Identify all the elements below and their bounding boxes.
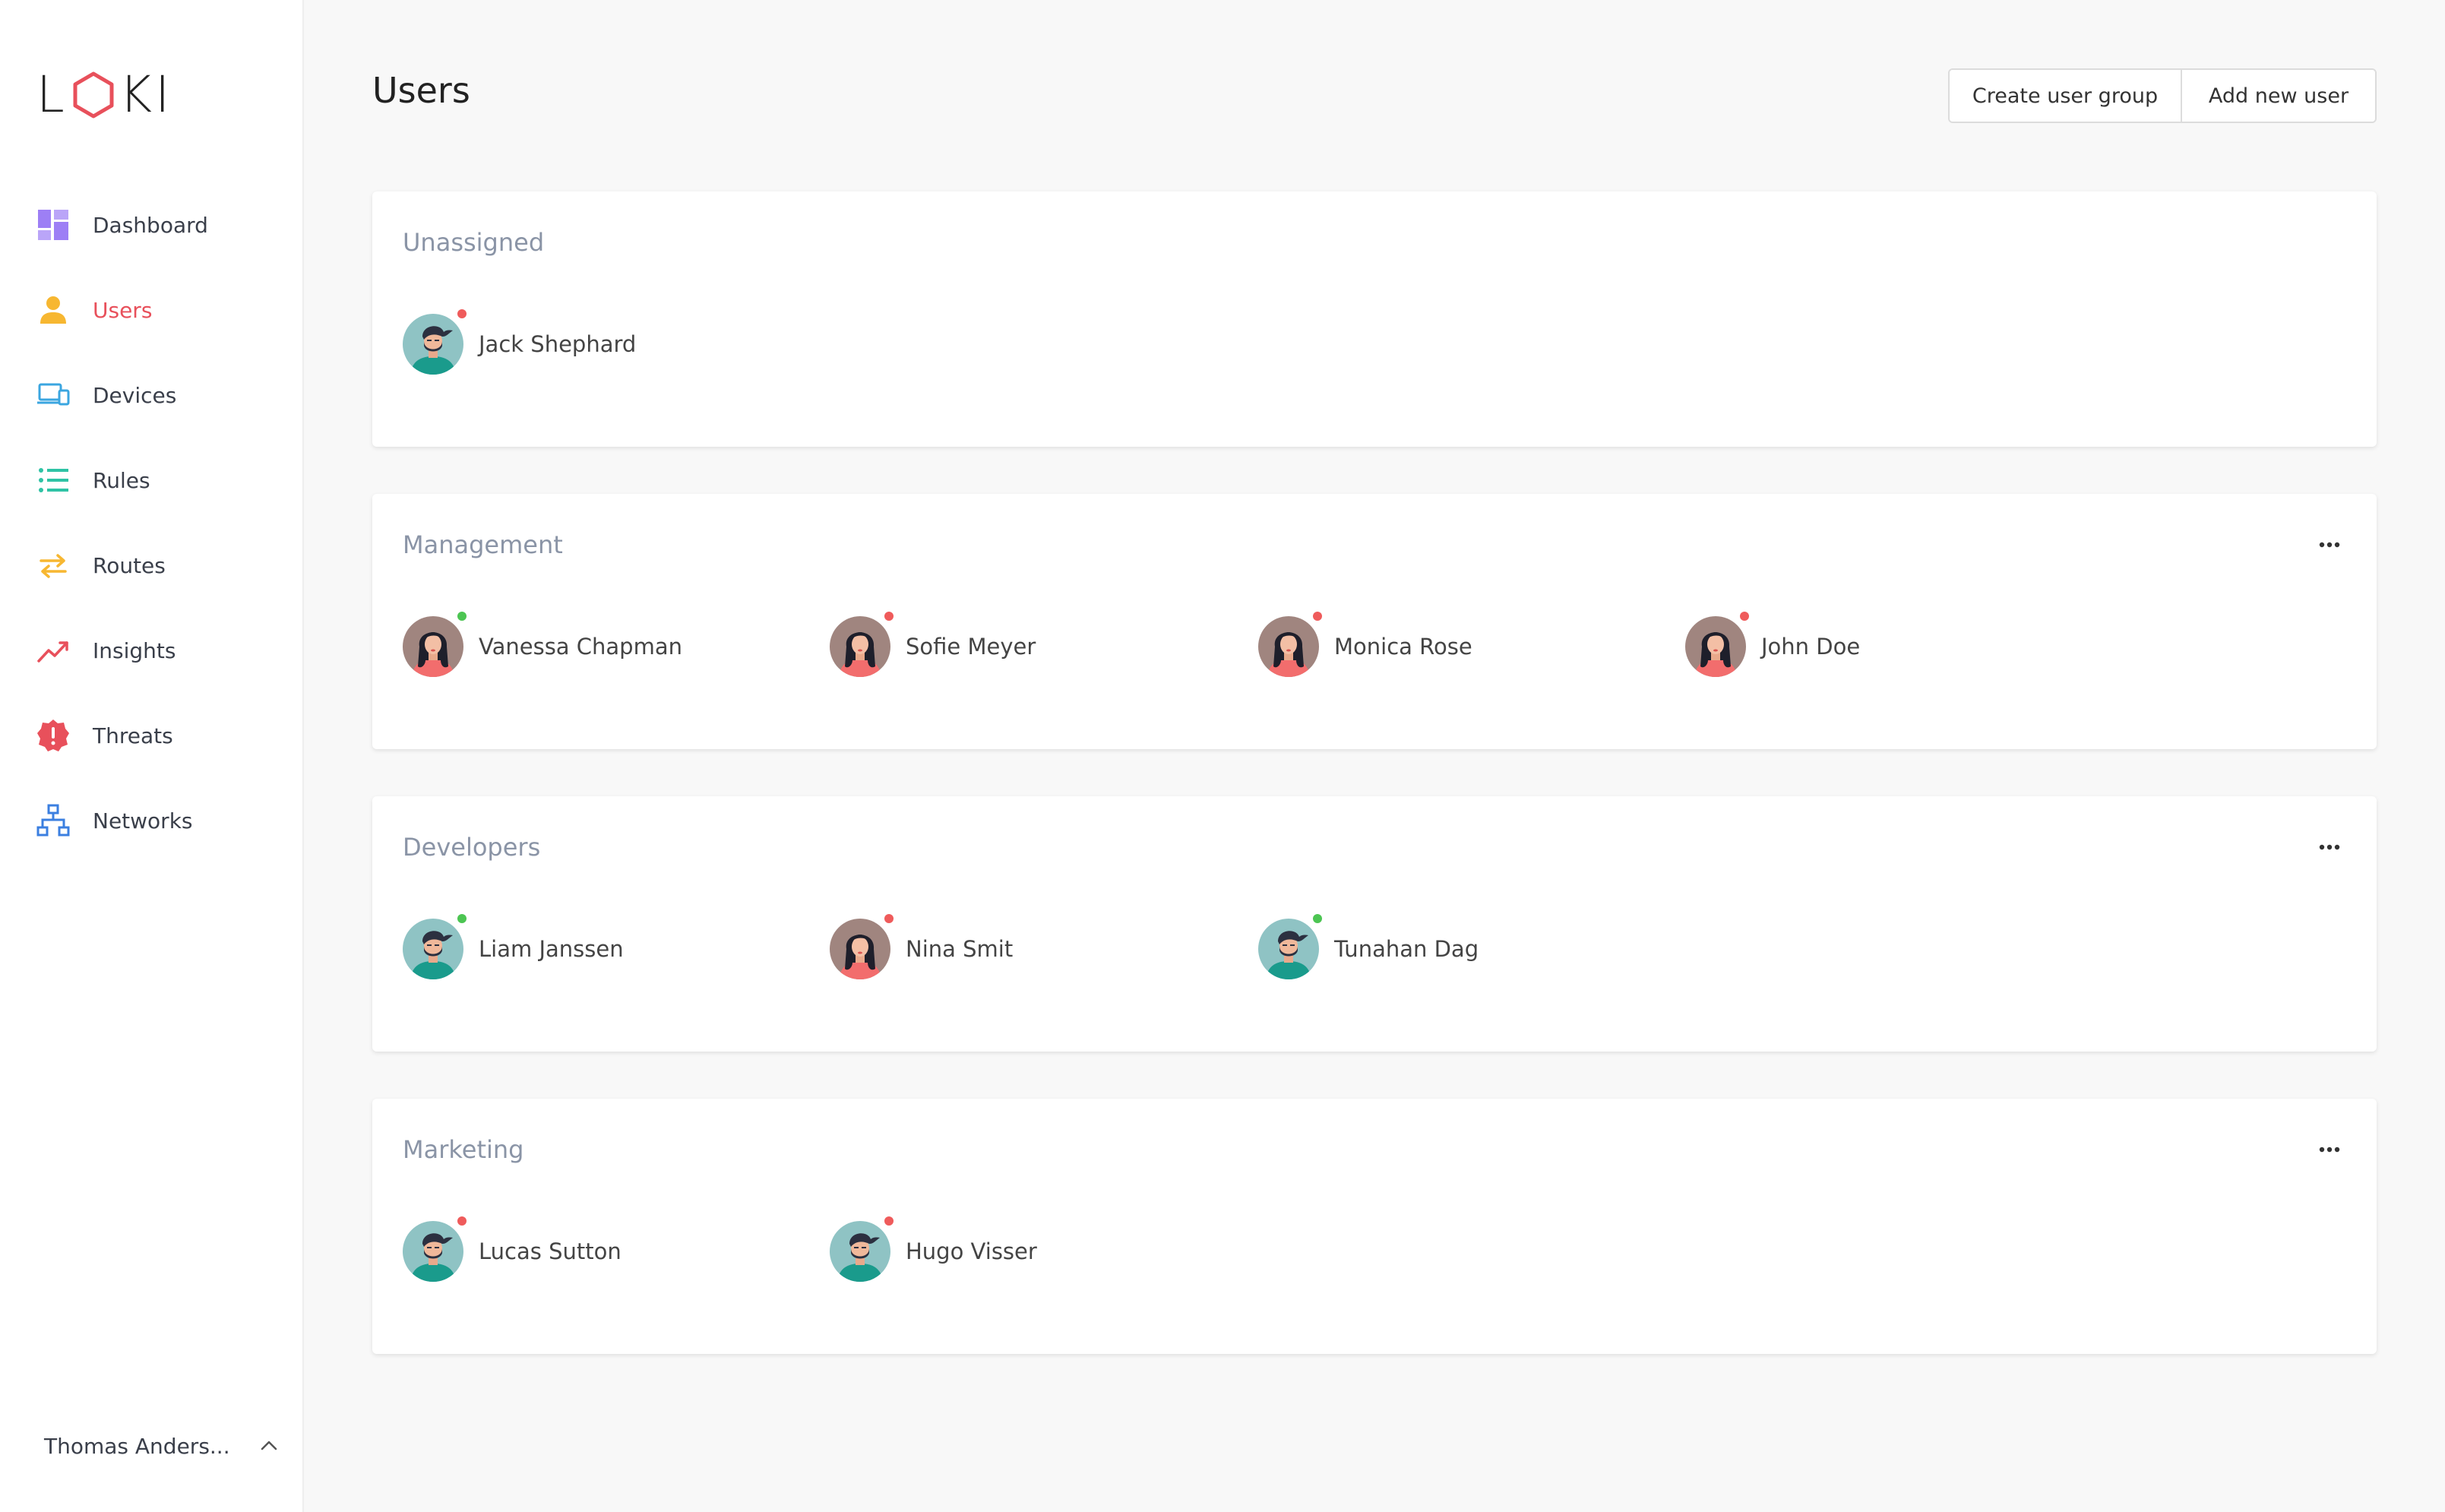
- dashboard-icon: [38, 210, 68, 240]
- app-root: L KI Dashboard Users Devices Rules Route…: [0, 0, 2445, 1512]
- chevron-up-icon: [261, 1441, 277, 1450]
- trend-icon: [37, 641, 68, 663]
- user-item[interactable]: Liam Janssen: [403, 914, 624, 980]
- male-avatar-icon: [830, 1221, 890, 1282]
- status-dot-offline: [884, 1216, 894, 1226]
- female-avatar-icon: [1258, 616, 1319, 677]
- sidebar-item-label: Users: [93, 297, 153, 323]
- group-card-unassigned: Unassigned Jack Shephard: [372, 191, 2377, 447]
- user-name: John Doe: [1761, 634, 1861, 660]
- user-name: Hugo Visser: [906, 1238, 1037, 1264]
- sidebar: L KI Dashboard Users Devices Rules Route…: [0, 0, 304, 1512]
- arrows-swap-icon: [40, 554, 67, 578]
- status-dot-offline: [884, 612, 894, 621]
- group-card-developers: Developers Liam Janssen Nina Smit Tunaha…: [372, 796, 2377, 1052]
- status-dot-online: [457, 612, 467, 621]
- avatar: [1258, 612, 1322, 677]
- header-actions: Create user group Add new user: [1948, 68, 2377, 123]
- user-name: Liam Janssen: [479, 936, 624, 962]
- user-name: Vanessa Chapman: [479, 634, 682, 660]
- user-name: Tunahan Dag: [1334, 936, 1479, 962]
- create-user-group-button[interactable]: Create user group: [1950, 70, 2182, 122]
- avatar: [403, 309, 467, 375]
- logo-text-left: L: [36, 65, 68, 124]
- sidebar-item-label: Devices: [93, 382, 177, 408]
- list-icon: [39, 468, 68, 492]
- avatar: [403, 612, 467, 677]
- user-icon: [40, 296, 66, 324]
- sidebar-item-label: Rules: [93, 467, 150, 493]
- user-name: Monica Rose: [1334, 634, 1472, 660]
- group-title: Management: [403, 530, 563, 559]
- female-avatar-icon: [830, 616, 890, 677]
- user-name: Nina Smit: [906, 936, 1014, 962]
- user-item[interactable]: Nina Smit: [830, 914, 1014, 980]
- sidebar-item-label: Insights: [93, 637, 176, 663]
- user-item[interactable]: Jack Shephard: [403, 309, 637, 375]
- male-avatar-icon: [1258, 919, 1319, 979]
- avatar: [830, 1216, 894, 1282]
- female-avatar-icon: [403, 616, 463, 677]
- user-name: Sofie Meyer: [906, 634, 1036, 660]
- network-icon: [36, 804, 70, 837]
- female-avatar-icon: [830, 919, 890, 979]
- group-title: Unassigned: [403, 228, 545, 257]
- user-item[interactable]: Sofie Meyer: [830, 612, 1036, 678]
- sidebar-item-networks[interactable]: Networks: [0, 778, 304, 863]
- logo-text-right: KI: [119, 65, 173, 124]
- logo[interactable]: L KI: [36, 70, 173, 120]
- page-title: Users: [372, 70, 470, 111]
- user-name: Lucas Sutton: [479, 1238, 622, 1264]
- sidebar-item-insights[interactable]: Insights: [0, 608, 304, 693]
- user-item[interactable]: Tunahan Dag: [1258, 914, 1479, 980]
- avatar: [830, 914, 894, 979]
- sidebar-item-label: Dashboard: [93, 212, 208, 238]
- group-card-marketing: Marketing Lucas Sutton Hugo Visser: [372, 1099, 2377, 1354]
- logo-hexagon-icon: [73, 71, 114, 119]
- status-dot-offline: [1313, 612, 1322, 621]
- status-dot-offline: [884, 914, 894, 923]
- sidebar-item-label: Threats: [93, 723, 173, 748]
- male-avatar-icon: [403, 919, 463, 979]
- add-new-user-button[interactable]: Add new user: [2182, 70, 2375, 122]
- user-item[interactable]: Monica Rose: [1258, 612, 1472, 678]
- status-dot-offline: [1740, 612, 1749, 621]
- sidebar-item-label: Networks: [93, 808, 193, 833]
- status-dot-offline: [457, 309, 467, 318]
- sidebar-item-routes[interactable]: Routes: [0, 523, 304, 608]
- sidebar-nav: Dashboard Users Devices Rules Routes Ins…: [0, 182, 304, 863]
- male-avatar-icon: [403, 314, 463, 375]
- sidebar-item-dashboard[interactable]: Dashboard: [0, 182, 304, 267]
- current-user-name: Thomas Anders...: [44, 1433, 230, 1459]
- sidebar-item-threats[interactable]: Threats: [0, 693, 304, 778]
- sidebar-item-label: Routes: [93, 552, 166, 578]
- more-options-icon[interactable]: [2314, 1138, 2345, 1161]
- group-card-management: Management Vanessa Chapman Sofie Meyer M…: [372, 494, 2377, 749]
- female-avatar-icon: [1685, 616, 1746, 677]
- alert-badge-icon: [37, 720, 69, 751]
- male-avatar-icon: [403, 1221, 463, 1282]
- user-name: Jack Shephard: [479, 331, 637, 357]
- group-title: Marketing: [403, 1135, 524, 1164]
- user-item[interactable]: Lucas Sutton: [403, 1216, 622, 1283]
- avatar: [403, 914, 467, 979]
- sidebar-item-devices[interactable]: Devices: [0, 353, 304, 438]
- avatar: [830, 612, 894, 677]
- user-item[interactable]: Hugo Visser: [830, 1216, 1037, 1283]
- current-user-menu[interactable]: Thomas Anders...: [44, 1427, 280, 1465]
- avatar: [1685, 612, 1749, 677]
- status-dot-online: [1313, 914, 1322, 923]
- more-options-icon[interactable]: [2314, 533, 2345, 556]
- sidebar-item-rules[interactable]: Rules: [0, 438, 304, 523]
- user-item[interactable]: John Doe: [1685, 612, 1861, 678]
- avatar: [1258, 914, 1322, 979]
- status-dot-offline: [457, 1216, 467, 1226]
- devices-icon: [37, 383, 70, 406]
- more-options-icon[interactable]: [2314, 836, 2345, 859]
- user-item[interactable]: Vanessa Chapman: [403, 612, 682, 678]
- group-title: Developers: [403, 833, 541, 862]
- status-dot-online: [457, 914, 467, 923]
- sidebar-item-users[interactable]: Users: [0, 267, 304, 353]
- avatar: [403, 1216, 467, 1282]
